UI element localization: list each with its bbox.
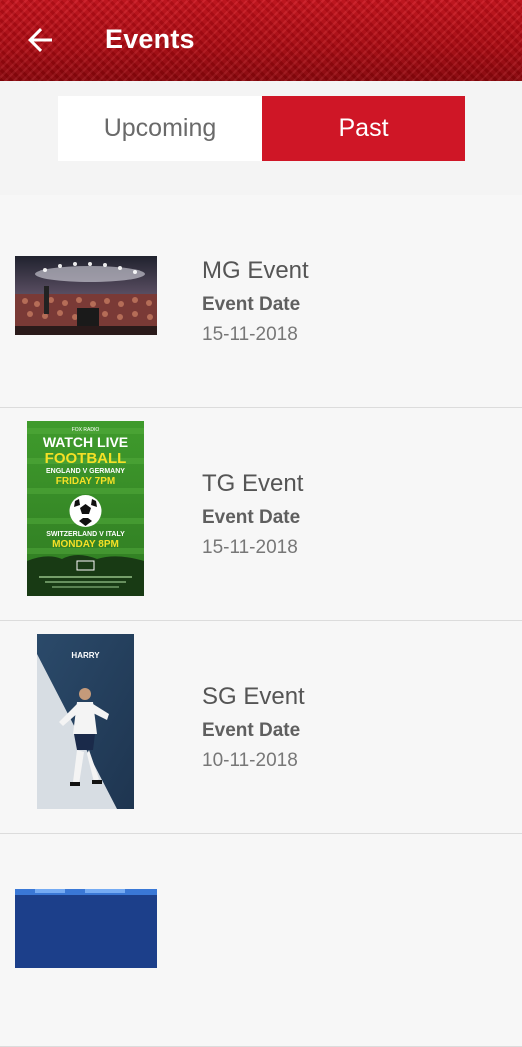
poster-match2: SWITZERLAND V ITALY [46,531,125,538]
event-date-label: Event Date [202,294,301,315]
event-date-label: Event Date [202,507,301,528]
event-tabs: Upcoming Past [58,96,465,161]
event-date: 15-11-2018 [202,537,298,558]
event-date: 10-11-2018 [202,750,298,771]
event-date-label: Event Date [202,720,301,741]
concert-crowd-image [15,256,157,335]
poster-time2: MONDAY 8PM [52,539,119,550]
event-name: TG Event [202,470,304,497]
poster-top-text: FOX RADIO [72,427,100,433]
football-poster-image: FOX RADIO WATCH LIVE FOOTBALL ENGLAND V … [27,421,144,596]
event-list: MG Event Event Date 15-11-2018 FOX RADIO… [0,195,522,1047]
app-bar: Events [0,0,522,81]
arrow-back-icon[interactable] [22,22,58,58]
page-title: Events [105,24,195,54]
event-name: SG Event [202,683,305,710]
list-item[interactable]: FOX RADIO WATCH LIVE FOOTBALL ENGLAND V … [0,408,522,621]
poster-top-text: HARRY [71,651,100,660]
football-player-image: HARRY [37,634,134,809]
list-item[interactable] [0,834,522,1047]
event-name: MG Event [202,257,309,284]
list-item[interactable]: MG Event Event Date 15-11-2018 [0,195,522,408]
poster-match1: ENGLAND V GERMANY [46,468,125,475]
event-date: 15-11-2018 [202,324,298,345]
poster-line2: FOOTBALL [45,450,127,467]
tab-upcoming[interactable]: Upcoming [58,96,262,161]
poster-time1: FRIDAY 7PM [56,476,115,487]
tab-past[interactable]: Past [262,96,465,161]
event-image [15,889,157,968]
poster-line1: WATCH LIVE [43,434,128,450]
list-item[interactable]: HARRY SG Event Event Date 10-11-2018 [0,621,522,834]
